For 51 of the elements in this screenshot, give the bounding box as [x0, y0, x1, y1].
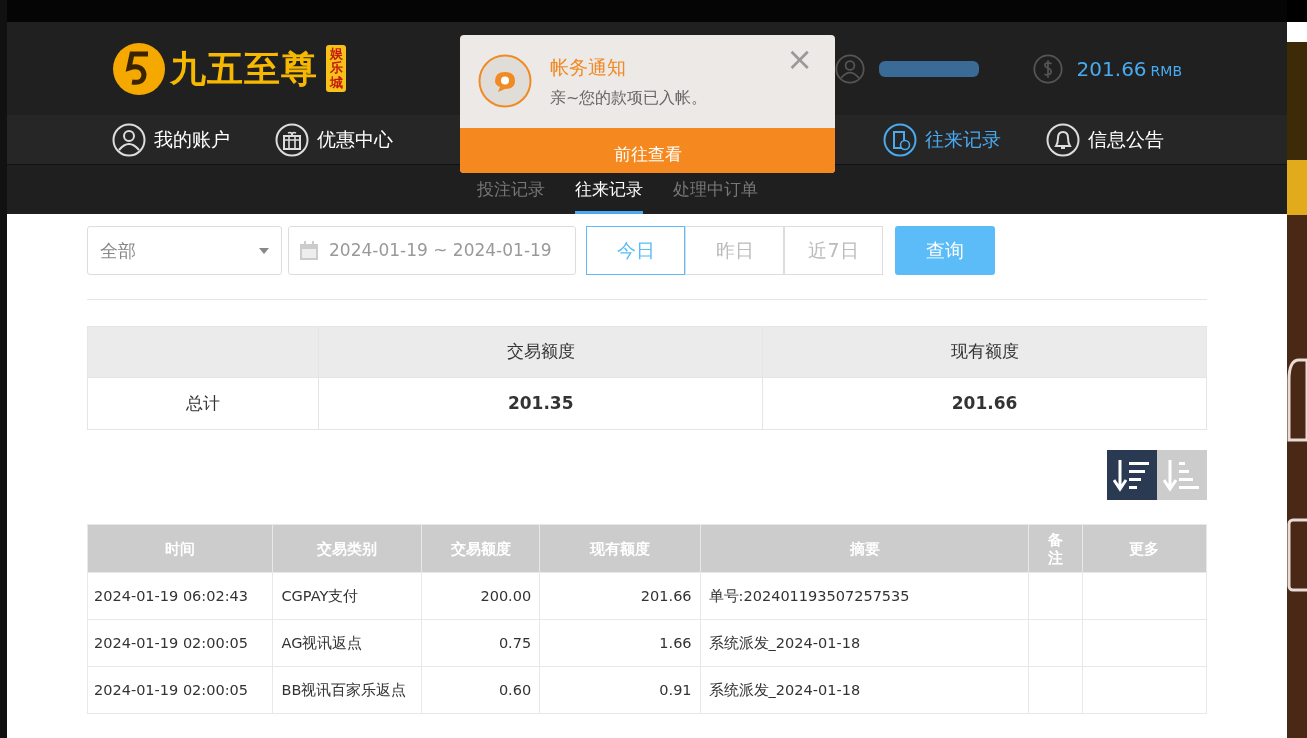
nav-item[interactable]: 信息公告: [1046, 122, 1164, 157]
close-button[interactable]: ×: [786, 43, 813, 75]
nav-item[interactable]: 我的账户: [112, 122, 230, 157]
nav-item[interactable]: 优惠中心: [275, 122, 393, 157]
column-header: 交易额度: [318, 326, 763, 378]
table-cell: 0.91: [539, 666, 701, 714]
logo-icon: [112, 41, 166, 96]
column-header: 现有额度: [762, 326, 1207, 378]
date-range-field[interactable]: 2024-01-19 ~ 2024-01-19: [288, 226, 576, 275]
table-cell: 0.60: [421, 666, 540, 714]
date-preset-button[interactable]: 昨日: [685, 226, 784, 275]
caret-icon: [259, 247, 269, 254]
table-cell: CGPAY支付: [273, 572, 422, 620]
table-cell: 系统派发_2024-01-18: [700, 666, 1029, 714]
date-preset-button[interactable]: 今日: [586, 226, 685, 275]
table-cell: 单号:202401193507257535: [700, 572, 1029, 620]
type-dropdown[interactable]: 全部: [87, 226, 282, 275]
table-cell: 201.35: [318, 377, 763, 430]
balance-amount: 201.66: [1076, 55, 1147, 83]
brand-name: 九五至尊: [170, 46, 318, 91]
notification-message: 亲~您的款项已入帐。: [550, 86, 708, 109]
record-icon: [883, 122, 917, 157]
table-cell: 总计: [87, 377, 319, 430]
table-cell: 201.66: [762, 377, 1207, 430]
table-cell: 200.00: [421, 572, 540, 620]
table-cell: AG视讯返点: [273, 619, 422, 667]
brand-badge: 娱乐城: [326, 45, 346, 92]
sort-ascending-icon: [1163, 458, 1201, 492]
bell-icon: [1046, 122, 1080, 157]
dollar-icon: [1032, 53, 1063, 84]
date-preset-button[interactable]: 近7日: [784, 226, 883, 275]
table-cell: 2024-01-19 06:02:43: [87, 572, 273, 620]
notification-title: 帐务通知: [550, 55, 627, 80]
search-button[interactable]: 查询: [895, 226, 995, 275]
user-icon: [112, 122, 146, 157]
nav-item[interactable]: 往来记录: [883, 122, 1001, 157]
table-cell: 0.75: [421, 619, 540, 667]
user-icon: [834, 53, 865, 84]
table-cell: 1.66: [539, 619, 701, 667]
table-cell: BB视讯百家乐返点: [273, 666, 422, 714]
view-button[interactable]: 前往查看: [460, 128, 835, 173]
calendar-icon: [299, 240, 319, 261]
sort-button[interactable]: [1107, 450, 1157, 500]
table-cell: 2024-01-19 02:00:05: [87, 666, 273, 714]
currency-label: RMB: [1150, 61, 1182, 81]
gift-icon: [275, 122, 309, 157]
table-cell: 201.66: [539, 572, 701, 620]
table-cell: 系统派发_2024-01-18: [700, 619, 1029, 667]
sort-descending-icon: [1113, 458, 1151, 492]
table-cell: 2024-01-19 02:00:05: [87, 619, 273, 667]
chat-money-icon: [478, 54, 532, 109]
